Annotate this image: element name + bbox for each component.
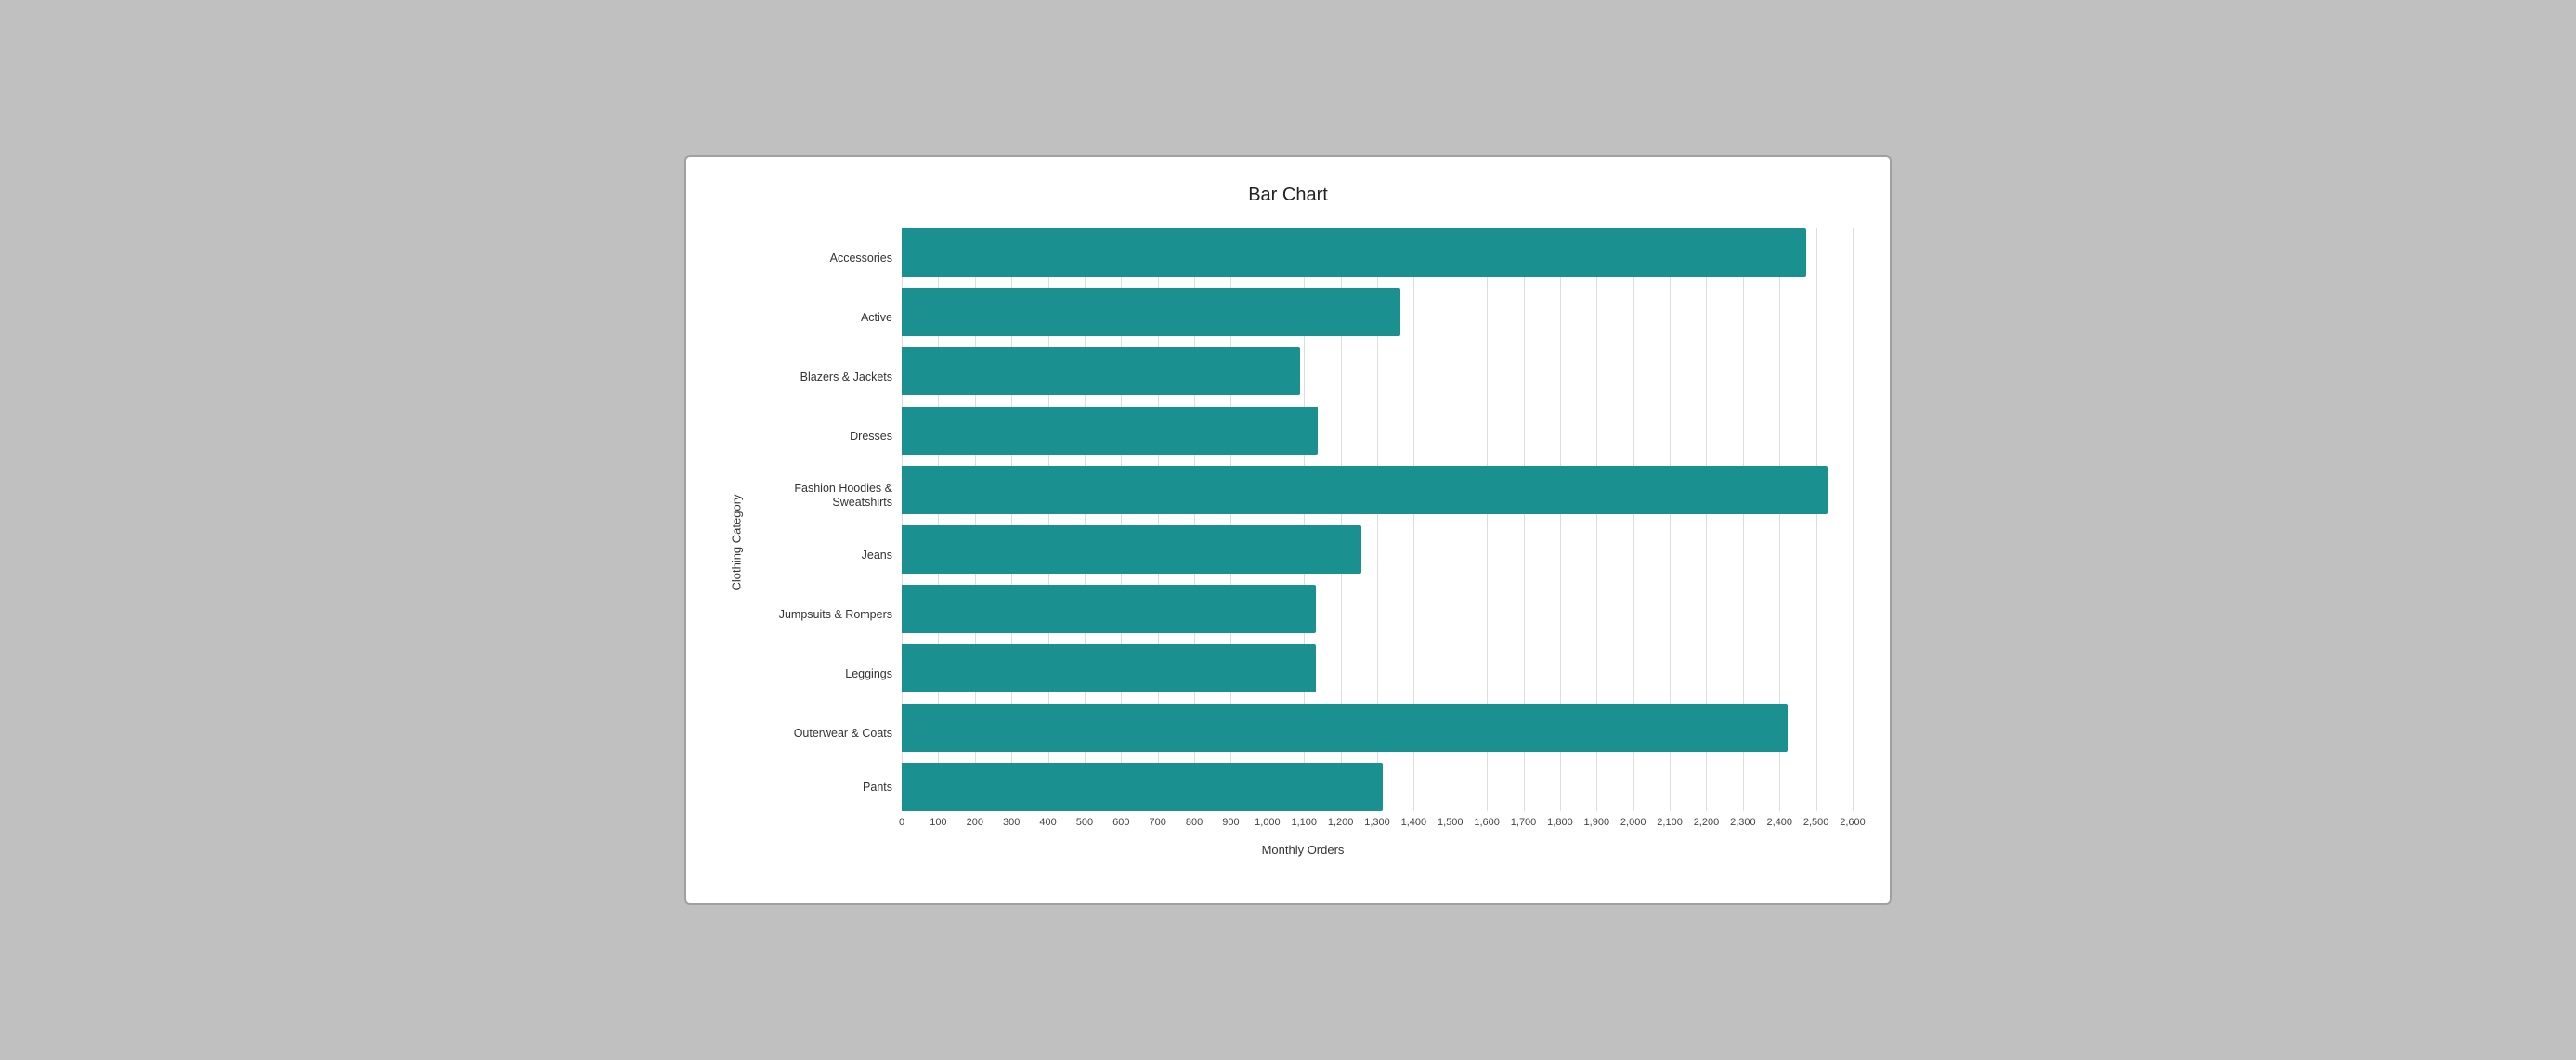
chart-area: Clothing Category AccessoriesActiveBlaze… — [723, 228, 1853, 857]
x-tick-label: 200 — [967, 817, 983, 828]
bar-row — [902, 525, 1853, 574]
bar — [902, 763, 1383, 811]
x-tick-label: 700 — [1150, 817, 1166, 828]
bar-row — [902, 704, 1853, 752]
bar — [902, 525, 1361, 574]
x-tick-label: 500 — [1076, 817, 1093, 828]
bar-row — [902, 228, 1853, 277]
x-tick-label: 2,600 — [1840, 817, 1866, 828]
category-label: Outerwear & Coats — [753, 704, 892, 763]
category-labels-column: AccessoriesActiveBlazers & JacketsDresse… — [753, 228, 902, 811]
x-tick-label: 1,200 — [1328, 817, 1354, 828]
x-axis-label: Monthly Orders — [753, 843, 1853, 857]
x-tick-label: 1,800 — [1547, 817, 1573, 828]
x-tick-label: 0 — [899, 817, 904, 828]
bar-row — [902, 644, 1853, 692]
x-axis-spacer — [753, 817, 902, 835]
chart-container: Bar Chart Clothing Category AccessoriesA… — [684, 155, 1892, 905]
x-tick-label: 2,200 — [1694, 817, 1720, 828]
bars-grid-container: AccessoriesActiveBlazers & JacketsDresse… — [753, 228, 1853, 811]
category-label: Blazers & Jackets — [753, 347, 892, 407]
category-label: Accessories — [753, 228, 892, 288]
category-label: Jumpsuits & Rompers — [753, 585, 892, 644]
x-tick-label: 2,300 — [1730, 817, 1756, 828]
bar-row — [902, 407, 1853, 455]
x-tick-label: 1,400 — [1401, 817, 1427, 828]
bar-row — [902, 763, 1853, 811]
x-tick-label: 1,000 — [1255, 817, 1281, 828]
chart-title: Bar Chart — [723, 185, 1853, 206]
plot-area: AccessoriesActiveBlazers & JacketsDresse… — [753, 228, 1853, 857]
x-tick-label: 1,500 — [1438, 817, 1464, 828]
y-axis-label-container: Clothing Category — [723, 228, 749, 857]
x-tick-label: 2,000 — [1620, 817, 1646, 828]
x-tick-label: 1,600 — [1474, 817, 1500, 828]
x-tick-label: 1,700 — [1511, 817, 1537, 828]
x-tick-label: 1,300 — [1364, 817, 1390, 828]
x-axis: 0 100 200 300 400 500 600 700 800 900 1,000 1,100 1,… — [753, 817, 1853, 835]
x-tick-label: 300 — [1003, 817, 1020, 828]
category-label: Leggings — [753, 644, 892, 704]
bar — [902, 228, 1806, 277]
grid-line — [1853, 228, 1854, 811]
bar — [902, 288, 1400, 336]
x-tick-label: 2,400 — [1766, 817, 1792, 828]
bar — [902, 407, 1318, 455]
y-axis-label: Clothing Category — [730, 494, 744, 590]
bar — [902, 466, 1828, 514]
x-tick-label: 1,900 — [1584, 817, 1610, 828]
x-tick-label: 1,100 — [1291, 817, 1317, 828]
category-label: Fashion Hoodies & Sweatshirts — [753, 466, 892, 525]
x-tick-label: 900 — [1222, 817, 1239, 828]
category-label: Active — [753, 288, 892, 347]
x-tick-label: 600 — [1112, 817, 1129, 828]
bar — [902, 585, 1316, 633]
x-axis-ticks: 0 100 200 300 400 500 600 700 800 900 1,000 1,100 1,… — [902, 817, 1853, 835]
bar — [902, 644, 1316, 692]
bar — [902, 704, 1788, 752]
x-tick-label: 800 — [1186, 817, 1203, 828]
category-label: Dresses — [753, 407, 892, 466]
bar-row — [902, 288, 1853, 336]
bar-row — [902, 585, 1853, 633]
category-label: Jeans — [753, 525, 892, 585]
bar — [902, 347, 1300, 395]
bar-row — [902, 347, 1853, 395]
category-label: Pants — [753, 763, 892, 811]
bar-row — [902, 466, 1853, 514]
x-tick-label: 2,500 — [1803, 817, 1829, 828]
inner-plot — [902, 228, 1853, 811]
x-tick-label: 2,100 — [1657, 817, 1683, 828]
x-tick-label: 100 — [930, 817, 946, 828]
x-tick-label: 400 — [1039, 817, 1056, 828]
